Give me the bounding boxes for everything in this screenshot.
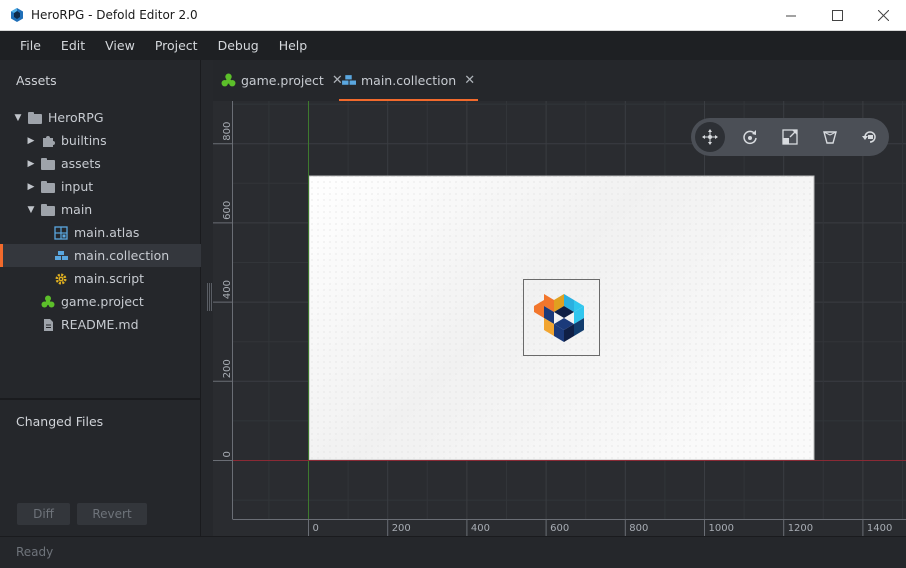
close-window-button[interactable] (860, 0, 906, 31)
rotate-tool-button[interactable] (735, 122, 765, 152)
tree-item-main-atlas[interactable]: main.atlas (0, 221, 201, 244)
collapsed-arrow-icon[interactable]: ▶ (26, 136, 36, 146)
tree-item-builtins[interactable]: ▶ builtins (0, 129, 201, 152)
scene-canvas[interactable]: 0 200 400 600 800 1000 1200 1400 0 200 400 600 800 (213, 101, 906, 536)
expanded-arrow-icon[interactable]: ▼ (26, 205, 36, 215)
tree-item-label: assets (61, 156, 101, 171)
status-bar: Ready (0, 536, 906, 568)
defold-logo-icon (11, 8, 23, 22)
x-tick-label: 800 (629, 523, 648, 534)
tree-item-input[interactable]: ▶ input (0, 175, 201, 198)
collection-icon (55, 250, 68, 260)
folder-icon (41, 203, 55, 216)
folder-icon (41, 157, 55, 170)
tree-item-herorpg[interactable]: ▼ HeroRPG (0, 106, 201, 129)
x-tick-label: 0 (313, 523, 319, 534)
diff-button[interactable]: Diff (17, 503, 70, 525)
tree-item-main-script[interactable]: main.script (0, 267, 201, 290)
tree-item-readme[interactable]: README.md (0, 313, 201, 336)
collapsed-arrow-icon[interactable]: ▶ (26, 159, 36, 169)
y-tick-label: 800 (222, 122, 233, 141)
x-tick-label: 1400 (867, 523, 892, 534)
scale-icon (782, 129, 798, 145)
defold-project-icon (41, 295, 55, 307)
x-tick-label: 600 (550, 523, 569, 534)
perspective-icon (823, 131, 837, 144)
status-text: Ready (16, 545, 54, 559)
scene-toolbar (691, 118, 889, 156)
menu-view[interactable]: View (95, 38, 145, 53)
camera-reset-tool-button[interactable] (855, 122, 885, 152)
menu-bar: File Edit View Project Debug Help (0, 31, 906, 60)
assets-panel: Assets ▼ HeroRPG ▶ builtins ▶ assets ▶ i… (0, 60, 201, 536)
defold-project-icon (221, 73, 236, 87)
tree-item-game-project[interactable]: game.project (0, 290, 201, 313)
collapsed-arrow-icon[interactable]: ▶ (26, 182, 36, 192)
viewport-dot-overlay (309, 176, 814, 460)
atlas-icon (54, 225, 68, 240)
assets-heading: Assets (16, 73, 57, 88)
tree-item-label: README.md (61, 317, 139, 332)
tree-item-main-collection[interactable]: main.collection (0, 244, 201, 267)
move-icon (702, 129, 718, 145)
revert-button[interactable]: Revert (77, 503, 147, 525)
perspective-tool-button[interactable] (815, 122, 845, 152)
gear-icon (55, 273, 67, 284)
expanded-arrow-icon[interactable]: ▼ (13, 113, 23, 123)
scale-tool-button[interactable] (775, 122, 805, 152)
menu-edit[interactable]: Edit (51, 38, 95, 53)
tab-main-collection[interactable]: main.collection ✕ (339, 60, 479, 101)
x-tick-label: 200 (392, 523, 411, 534)
x-tick-label: 400 (471, 523, 490, 534)
move-tool-button[interactable] (695, 122, 725, 152)
panel-divider (0, 398, 201, 400)
tab-label: main.collection (361, 73, 457, 88)
close-tab-icon[interactable]: ✕ (464, 73, 475, 88)
tree-item-label: main.collection (74, 248, 170, 263)
tree-item-label: main (61, 202, 93, 217)
asset-tree: ▼ HeroRPG ▶ builtins ▶ assets ▶ input ▼ (0, 106, 201, 336)
y-tick-label: 400 (222, 280, 233, 299)
tree-item-label: input (61, 179, 94, 194)
close-icon (877, 10, 889, 21)
tree-item-label: builtins (61, 133, 107, 148)
tree-item-main[interactable]: ▼ main (0, 198, 201, 221)
tab-game-project[interactable]: game.project ✕ (221, 60, 343, 101)
document-icon (44, 318, 53, 331)
minimize-icon (786, 15, 796, 16)
maximize-icon (831, 10, 843, 21)
tree-item-label: game.project (61, 294, 144, 309)
x-tick-label: 1200 (788, 523, 813, 534)
ruler-left (213, 101, 233, 536)
x-tick-label: 1000 (709, 523, 734, 534)
menu-file[interactable]: File (10, 38, 51, 53)
tree-item-label: main.script (74, 271, 145, 286)
y-tick-label: 0 (222, 451, 233, 457)
title-bar: HeroRPG - Defold Editor 2.0 (0, 0, 906, 31)
rotate-icon (743, 130, 757, 145)
camera-reset-icon (862, 131, 876, 143)
tree-item-assets[interactable]: ▶ assets (0, 152, 201, 175)
menu-debug[interactable]: Debug (208, 38, 269, 53)
collection-icon (342, 75, 356, 85)
scene-view[interactable]: 0 200 400 600 800 1000 1200 1400 0 200 400 600 800 (213, 101, 906, 536)
changed-files-heading: Changed Files (16, 414, 104, 429)
menu-project[interactable]: Project (145, 38, 208, 53)
tree-item-label: HeroRPG (48, 110, 104, 125)
tree-item-label: main.atlas (74, 225, 140, 240)
y-tick-label: 200 (222, 359, 233, 378)
folder-icon (28, 111, 42, 124)
folder-icon (41, 180, 55, 193)
maximize-button[interactable] (814, 0, 860, 31)
window-title: HeroRPG - Defold Editor 2.0 (31, 8, 198, 22)
editor-tab-bar: game.project ✕ main.collection ✕ (213, 60, 906, 101)
menu-help[interactable]: Help (269, 38, 318, 53)
minimize-button[interactable] (768, 0, 814, 31)
tab-label: game.project (241, 73, 324, 88)
y-tick-label: 600 (222, 201, 233, 220)
puzzle-icon (43, 135, 55, 147)
